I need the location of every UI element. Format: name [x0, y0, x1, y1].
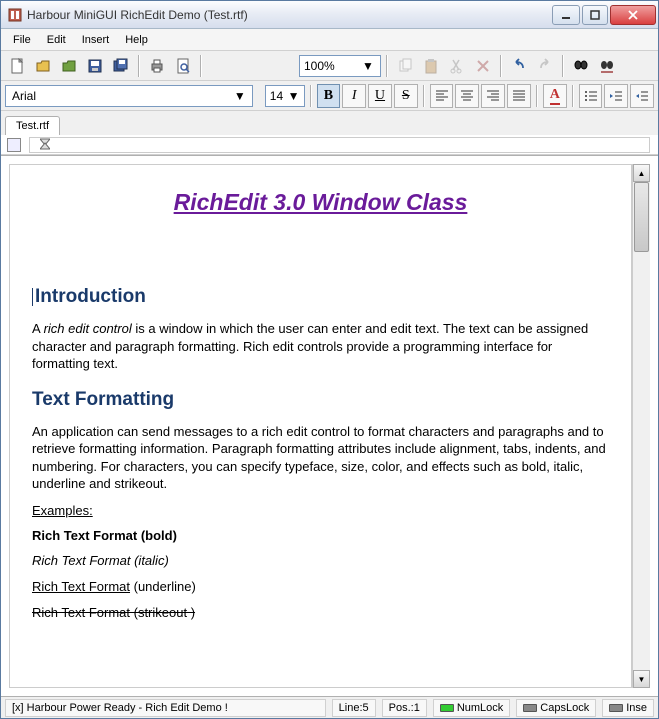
statusbar: [x] Harbour Power Ready - Rich Edit Demo… — [1, 696, 658, 718]
status-pos: Pos.:1 — [382, 699, 427, 717]
indent-marker-icon[interactable] — [40, 135, 50, 153]
editor-area: RichEdit 3.0 Window Class Introduction A… — [1, 155, 658, 696]
doc-example-bold: Rich Text Format (bold) — [32, 528, 609, 543]
doc-examples-label: Examples: — [32, 503, 609, 518]
separator — [200, 55, 202, 77]
paste-icon[interactable] — [419, 54, 443, 78]
separator — [500, 55, 502, 77]
minimize-button[interactable] — [552, 5, 580, 25]
zoom-value: 100% — [304, 59, 335, 73]
ruler-track[interactable] — [29, 137, 650, 153]
cut-icon[interactable] — [445, 54, 469, 78]
font-select[interactable]: Arial ▼ — [5, 85, 253, 107]
separator — [310, 85, 312, 107]
tab-strip: Test.rtf — [1, 111, 658, 135]
zoom-select[interactable]: 100% ▼ — [299, 55, 381, 77]
doc-example-underline: Rich Text Format (underline) — [32, 578, 609, 596]
separator — [562, 55, 564, 77]
new-icon[interactable] — [5, 54, 29, 78]
indent-less-button[interactable] — [604, 84, 628, 108]
align-justify-button[interactable] — [507, 84, 531, 108]
text-cursor — [32, 288, 33, 306]
indent-more-button[interactable] — [630, 84, 654, 108]
find-icon[interactable] — [569, 54, 593, 78]
redo-icon[interactable] — [533, 54, 557, 78]
italic-button[interactable]: I — [342, 84, 366, 108]
doc-example-strike: Rich Text Format (strikeout ) — [32, 605, 609, 620]
doc-paragraph: An application can send messages to a ri… — [32, 423, 609, 493]
status-line: Line:5 — [332, 699, 376, 717]
bullets-button[interactable] — [579, 84, 603, 108]
status-numlock: NumLock — [433, 699, 510, 717]
chevron-down-icon: ▼ — [234, 89, 246, 103]
separator — [138, 55, 140, 77]
size-select[interactable]: 14 ▼ — [265, 85, 305, 107]
bold-button[interactable]: B — [317, 84, 341, 108]
tab-stop-icon[interactable] — [7, 138, 21, 152]
align-right-button[interactable] — [481, 84, 505, 108]
size-value: 14 — [270, 89, 283, 103]
preview-icon[interactable] — [171, 54, 195, 78]
status-capslock: CapsLock — [516, 699, 596, 717]
save-icon[interactable] — [83, 54, 107, 78]
tab-document[interactable]: Test.rtf — [5, 116, 60, 135]
replace-icon[interactable] — [595, 54, 619, 78]
close-button[interactable] — [610, 5, 656, 25]
copy-icon[interactable] — [393, 54, 417, 78]
led-icon — [523, 704, 537, 712]
toolbar-format: Arial ▼ 14 ▼ B I U S A — [1, 81, 658, 111]
chevron-down-icon: ▼ — [288, 89, 300, 103]
delete-icon[interactable] — [471, 54, 495, 78]
led-icon — [609, 704, 623, 712]
menu-edit[interactable]: Edit — [39, 31, 74, 49]
window-title: Harbour MiniGUI RichEdit Demo (Test.rtf) — [27, 8, 550, 22]
doc-example-italic: Rich Text Format (italic) — [32, 553, 609, 568]
vertical-scrollbar[interactable]: ▲ ▼ — [632, 164, 650, 688]
scroll-down-icon[interactable]: ▼ — [633, 670, 650, 688]
save-all-icon[interactable] — [109, 54, 133, 78]
underline-button[interactable]: U — [368, 84, 392, 108]
separator — [572, 85, 574, 107]
scroll-thumb[interactable] — [634, 182, 649, 252]
menubar: File Edit Insert Help — [1, 29, 658, 51]
menu-file[interactable]: File — [5, 31, 39, 49]
doc-paragraph: A rich edit control is a window in which… — [32, 320, 609, 373]
separator — [536, 85, 538, 107]
document-editor[interactable]: RichEdit 3.0 Window Class Introduction A… — [9, 164, 632, 688]
maximize-button[interactable] — [582, 5, 608, 25]
open-icon[interactable] — [31, 54, 55, 78]
led-icon — [440, 704, 454, 712]
align-center-button[interactable] — [455, 84, 479, 108]
scroll-up-icon[interactable]: ▲ — [633, 164, 650, 182]
app-window: Harbour MiniGUI RichEdit Demo (Test.rtf)… — [0, 0, 659, 719]
chevron-down-icon: ▼ — [360, 59, 376, 73]
doc-heading-intro: Introduction — [32, 286, 609, 308]
doc-title: RichEdit 3.0 Window Class — [32, 189, 609, 216]
menu-help[interactable]: Help — [117, 31, 156, 49]
separator — [423, 85, 425, 107]
separator — [386, 55, 388, 77]
font-value: Arial — [12, 89, 36, 103]
toolbar-main: 100% ▼ — [1, 51, 658, 81]
menu-insert[interactable]: Insert — [74, 31, 118, 49]
print-icon[interactable] — [145, 54, 169, 78]
app-icon — [7, 7, 23, 23]
strike-button[interactable]: S — [394, 84, 418, 108]
status-message: [x] Harbour Power Ready - Rich Edit Demo… — [5, 699, 326, 717]
window-buttons — [550, 5, 656, 25]
status-insert: Inse — [602, 699, 654, 717]
open-folder-icon[interactable] — [57, 54, 81, 78]
align-left-button[interactable] — [430, 84, 454, 108]
ruler — [1, 135, 658, 155]
doc-heading-fmt: Text Formatting — [32, 389, 609, 411]
font-color-button[interactable]: A — [543, 84, 567, 108]
titlebar: Harbour MiniGUI RichEdit Demo (Test.rtf) — [1, 1, 658, 29]
undo-icon[interactable] — [507, 54, 531, 78]
